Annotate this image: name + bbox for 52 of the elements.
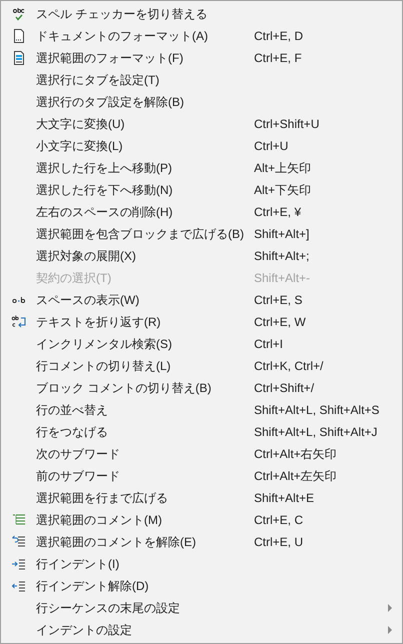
shortcut-text: Ctrl+K, Ctrl+/ <box>254 359 324 373</box>
shortcut-text: Shift+Alt+] <box>254 227 310 241</box>
shortcut-text: Shift+Alt+; <box>254 249 310 263</box>
menu-item[interactable]: 行をつなげる <box>36 424 108 440</box>
menu-item[interactable]: スペル チェッカーを切り替える <box>36 6 208 22</box>
menu-item[interactable]: 行の並べ替え <box>36 402 108 418</box>
shortcut-text: Ctrl+Alt+左矢印 <box>254 468 337 484</box>
text-wrap-icon <box>10 314 26 330</box>
menu-item[interactable]: 選択した行を上へ移動(P) <box>36 160 172 176</box>
shortcut-text: Alt+上矢印 <box>254 160 312 176</box>
menu-item[interactable]: 左右のスペースの削除(H) <box>36 204 173 220</box>
menu-item[interactable]: 大文字に変換(U) <box>36 116 125 132</box>
shortcut-text: Ctrl+U <box>254 139 288 153</box>
shortcut-text: Ctrl+Shift+U <box>254 117 320 131</box>
shortcut-text: Ctrl+E, ¥ <box>254 205 302 219</box>
shortcut-text: Alt+下矢印 <box>254 182 312 198</box>
menu-item[interactable]: 行インデント(I) <box>36 556 120 572</box>
shortcut-text: Ctrl+E, W <box>254 315 306 329</box>
menu-item[interactable]: インクリメンタル検索(S) <box>36 336 172 352</box>
menu-item[interactable]: 選択対象の展開(X) <box>36 248 136 264</box>
shortcut-text: Shift+Alt+- <box>254 271 310 285</box>
shortcut-text: Ctrl+I <box>254 337 284 351</box>
menu-item[interactable]: 選択範囲を行まで広げる <box>36 490 168 506</box>
menu-item[interactable]: 行シーケンスの末尾の設定 <box>36 600 180 616</box>
shortcut-text: Shift+Alt+E <box>254 491 314 505</box>
menu-item[interactable]: 次のサブワード <box>36 446 120 462</box>
shortcut-text: Ctrl+E, C <box>254 513 304 527</box>
shortcut-text: Ctrl+E, D <box>254 29 304 43</box>
menu-item[interactable]: 行コメントの切り替え(L) <box>36 358 171 374</box>
menu-item[interactable]: 選択行のタブ設定を解除(B) <box>36 94 184 110</box>
menu-item[interactable]: 選択した行を下へ移動(N) <box>36 182 173 198</box>
menu-item[interactable]: ドキュメントのフォーマット(A) <box>36 28 208 44</box>
menu-item[interactable]: テキストを折り返す(R) <box>36 314 161 330</box>
menu-item[interactable]: 選択範囲のコメントを解除(E) <box>36 534 196 550</box>
menu-item[interactable]: 選択範囲のコメント(M) <box>36 512 162 528</box>
menu-item[interactable]: 行インデント解除(D) <box>36 578 149 594</box>
shortcut-text: Shift+Alt+L, Shift+Alt+J <box>254 425 378 439</box>
menu-item[interactable]: 選択範囲のフォーマット(F) <box>36 50 184 66</box>
shortcut-text: Ctrl+Alt+右矢印 <box>254 446 337 462</box>
menu-item[interactable]: ブロック コメントの切り替え(B) <box>36 380 212 396</box>
shortcut-text: Ctrl+E, U <box>254 535 304 549</box>
menu-item[interactable]: 選択範囲を包含ブロックまで広げる(B) <box>36 226 244 242</box>
menu-item[interactable]: 選択行にタブを設定(T) <box>36 72 160 88</box>
menu-item[interactable]: インデントの設定 <box>36 622 132 638</box>
menu-item[interactable]: 小文字に変換(L) <box>36 138 123 154</box>
menu-item[interactable]: スペースの表示(W) <box>36 292 140 308</box>
shortcut-text: Shift+Alt+L, Shift+Alt+S <box>254 403 380 417</box>
shortcut-text: Ctrl+Shift+/ <box>254 381 314 395</box>
menu-item[interactable]: 前のサブワード <box>36 468 120 484</box>
spell-check-icon <box>10 6 26 22</box>
shortcut-text: Ctrl+E, S <box>254 293 302 307</box>
shortcut-text: Ctrl+E, F <box>254 51 302 65</box>
